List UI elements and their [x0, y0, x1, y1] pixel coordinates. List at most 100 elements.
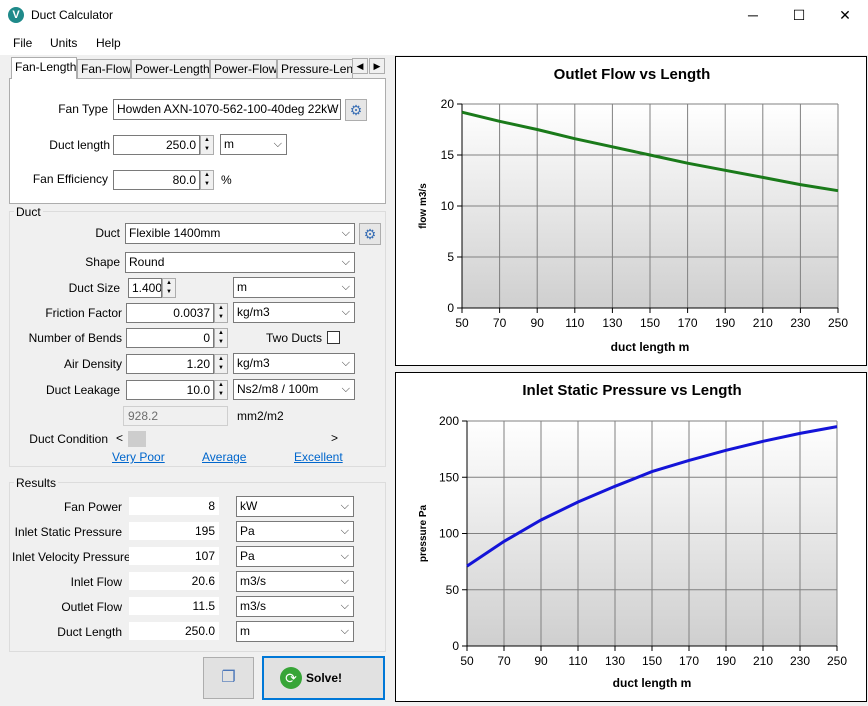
result-unit-select[interactable]: m3/s ⌵ — [236, 596, 354, 617]
y-axis-label: pressure Pa — [418, 504, 429, 562]
x-tick-label: 130 — [602, 316, 622, 330]
y-tick-label: 5 — [447, 250, 454, 264]
number-of-bends-spinner[interactable]: ▲ ▼ — [214, 328, 228, 348]
menu-help[interactable]: Help — [96, 36, 121, 50]
solve-button[interactable]: ⟳ Solve! — [262, 656, 385, 700]
x-tick-label: 50 — [455, 316, 469, 330]
duct-length-spinner[interactable]: ▲ ▼ — [200, 135, 214, 155]
slider-right-icon[interactable]: > — [331, 431, 338, 445]
duct-condition-label: Duct Condition — [29, 432, 108, 446]
duct-condition-slider[interactable]: < > — [114, 430, 340, 448]
result-unit-select[interactable]: kW ⌵ — [236, 496, 354, 517]
result-value: 107 — [129, 547, 219, 565]
duct-size-unit-select[interactable]: m ⌵ — [233, 277, 355, 298]
fan-settings-gear-icon[interactable]: ⚙ — [345, 99, 367, 121]
tab-power-length[interactable]: Power-Length — [131, 59, 210, 79]
tab-power-flow[interactable]: Power-Flow — [210, 59, 277, 79]
duct-leakage-input[interactable]: 10.0 — [126, 380, 214, 400]
two-ducts-label: Two Ducts — [266, 331, 323, 345]
result-unit-select[interactable]: Pa ⌵ — [236, 521, 354, 542]
result-value: 250.0 — [129, 622, 219, 640]
duct-leakage-unit-value: Ns2/m8 / 100m — [237, 382, 319, 396]
tab-fan-flow[interactable]: Fan-Flow — [77, 59, 131, 79]
duct-select[interactable]: Flexible 1400mm ⌵ — [125, 223, 355, 244]
air-density-input[interactable]: 1.20 — [126, 354, 214, 374]
copy-button[interactable]: ❐ — [203, 657, 254, 699]
minimize-button[interactable]: ─ — [730, 0, 776, 31]
fan-type-select[interactable]: Howden AXN-1070-562-100-40deg 22kW 1 ⌵ — [113, 99, 341, 120]
very-poor-link[interactable]: Very Poor — [112, 450, 165, 464]
friction-unit-select[interactable]: kg/m3 ⌵ — [233, 302, 355, 323]
fan-efficiency-spinner[interactable]: ▲ ▼ — [200, 170, 214, 190]
tab-fan-length[interactable]: Fan-Length — [11, 57, 77, 79]
result-label: Duct Length — [57, 625, 122, 639]
x-tick-label: 70 — [493, 316, 507, 330]
x-tick-label: 230 — [790, 654, 810, 668]
duct-size-spinner[interactable]: ▲ ▼ — [162, 278, 176, 298]
inlet-pressure-chart: 50 70 90 110 130 150 170 190 210 230 250 0 50 100 150 2… — [395, 372, 867, 702]
shape-label: Shape — [85, 255, 120, 269]
fan-efficiency-input[interactable]: 80.0 — [113, 170, 200, 190]
x-tick-label: 190 — [715, 316, 735, 330]
x-tick-label: 70 — [497, 654, 511, 668]
chevron-down-icon: ⌵ — [340, 575, 349, 587]
y-tick-label: 150 — [439, 470, 459, 484]
tab-pressure-length[interactable]: Pressure-Lengt — [277, 59, 353, 79]
friction-unit-value: kg/m3 — [237, 305, 270, 319]
menu-file[interactable]: File — [13, 36, 32, 50]
duct-leakage-spinner[interactable]: ▲ ▼ — [214, 380, 228, 400]
duct-group-title: Duct — [14, 205, 43, 219]
average-link[interactable]: Average — [202, 450, 246, 464]
duct-value: Flexible 1400mm — [129, 226, 221, 240]
shape-select[interactable]: Round ⌵ — [125, 252, 355, 273]
copy-icon: ❐ — [221, 669, 236, 686]
fan-type-value: Howden AXN-1070-562-100-40deg 22kW 1 — [117, 102, 341, 116]
tab-scroll-right-icon[interactable]: ▶ — [369, 58, 385, 74]
number-of-bends-input[interactable]: 0 — [126, 328, 214, 348]
chevron-down-icon: ⌵ — [327, 103, 336, 115]
air-density-label: Air Density — [63, 357, 122, 371]
result-unit-select[interactable]: Pa ⌵ — [236, 546, 354, 567]
tab-scroll-left-icon[interactable]: ◀ — [352, 58, 368, 74]
two-ducts-checkbox[interactable] — [327, 331, 340, 344]
duct-length-unit-value: m — [224, 137, 234, 151]
leakage-derived-field: 928.2 — [123, 406, 228, 426]
air-density-unit-select[interactable]: kg/m3 ⌵ — [233, 353, 355, 374]
excellent-link[interactable]: Excellent — [294, 450, 343, 464]
slider-left-icon[interactable]: < — [116, 431, 123, 445]
chevron-down-icon: ⌵ — [341, 227, 350, 239]
duct-length-input[interactable]: 250.0 — [113, 135, 200, 155]
y-tick-label: 50 — [446, 583, 460, 597]
result-label: Inlet Velocity Pressure — [12, 550, 131, 564]
friction-factor-spinner[interactable]: ▲ ▼ — [214, 303, 228, 323]
y-tick-label: 100 — [439, 527, 459, 541]
chevron-down-icon: ⌵ — [340, 525, 349, 537]
y-tick-label: 0 — [452, 639, 459, 653]
result-label: Inlet Flow — [70, 575, 122, 589]
maximize-button[interactable]: ☐ — [776, 0, 822, 31]
chevron-down-icon: ⌵ — [341, 357, 350, 369]
x-tick-label: 210 — [753, 654, 773, 668]
shape-value: Round — [129, 255, 165, 269]
close-button[interactable]: ✕ — [822, 0, 868, 31]
air-density-spinner[interactable]: ▲ ▼ — [214, 354, 228, 374]
duct-leakage-unit-select[interactable]: Ns2/m8 / 100m ⌵ — [233, 379, 355, 400]
duct-size-input[interactable]: 1.400 — [128, 278, 162, 298]
duct-length-unit-select[interactable]: m ⌵ — [220, 134, 287, 155]
chevron-down-icon: ⌵ — [341, 383, 350, 395]
x-tick-label: 110 — [568, 654, 587, 668]
x-tick-label: 50 — [460, 654, 474, 668]
duct-settings-gear-icon[interactable]: ⚙ — [359, 223, 381, 245]
result-unit-select[interactable]: m3/s ⌵ — [236, 571, 354, 592]
x-tick-label: 210 — [753, 316, 773, 330]
menu-units[interactable]: Units — [50, 36, 77, 50]
result-unit-select[interactable]: m ⌵ — [236, 621, 354, 642]
chevron-down-icon: ⌵ — [340, 500, 349, 512]
friction-factor-input[interactable]: 0.0037 — [126, 303, 214, 323]
x-tick-label: 110 — [565, 316, 584, 330]
outlet-flow-chart: 50 70 90 110 130 150 170 190 210 230 250 0 5 10 15 20 Ou… — [395, 56, 867, 366]
slider-thumb[interactable] — [128, 431, 146, 447]
result-label: Outlet Flow — [61, 600, 122, 614]
x-tick-label: 130 — [605, 654, 625, 668]
y-axis-label: flow m3/s — [418, 183, 429, 229]
